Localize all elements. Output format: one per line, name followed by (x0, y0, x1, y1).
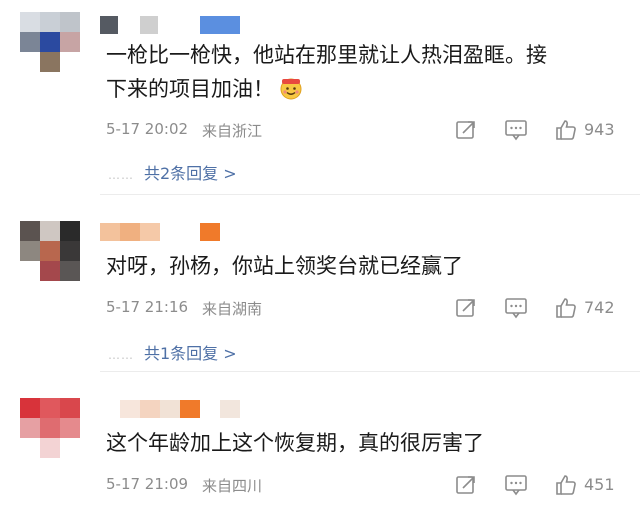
timestamp: 5-17 21:09 (106, 475, 189, 493)
repost-icon[interactable] (454, 118, 478, 142)
comment-meta: 5-17 21:09 来自四川 451 (106, 473, 626, 497)
comment-text: 一枪比一枪快，他站在那里就让人热泪盈眶。接 下来的项目加油！ (106, 38, 616, 111)
comment-item: 一枪比一枪快，他站在那里就让人热泪盈眶。接 下来的项目加油！ 5-17 20:0… (0, 0, 640, 195)
timestamp: 5-17 20:02 (106, 120, 189, 138)
timestamp: 5-17 21:16 (106, 298, 189, 316)
cheer-emoji-icon (278, 75, 304, 111)
like-count: 451 (584, 475, 615, 494)
username[interactable] (100, 223, 260, 241)
comment-text-line: 一枪比一枪快，他站在那里就让人热泪盈眶。接 (106, 43, 547, 67)
avatar[interactable] (20, 221, 80, 281)
comment-text-line: 这个年龄加上这个恢复期，真的很厉害了 (106, 431, 484, 455)
comment-icon[interactable] (504, 296, 528, 320)
comment-list: 一枪比一枪快，他站在那里就让人热泪盈眶。接 下来的项目加油！ 5-17 20:0… (0, 0, 640, 515)
like-count: 742 (584, 298, 615, 317)
repost-icon[interactable] (454, 473, 478, 497)
like-icon[interactable] (554, 296, 578, 320)
reply-count-label: 共1条回复 > (144, 344, 237, 363)
view-replies-link[interactable]: …… 共2条回复 > (108, 160, 237, 184)
reply-dots: …… (108, 167, 134, 182)
avatar[interactable] (20, 398, 80, 458)
comment-icon[interactable] (504, 473, 528, 497)
comment-meta: 5-17 20:02 来自浙江 943 (106, 118, 626, 142)
comment-text: 对呀，孙杨，你站上领奖台就已经赢了 (106, 249, 616, 283)
username[interactable] (100, 16, 260, 34)
comment-meta: 5-17 21:16 来自湖南 742 (106, 296, 626, 320)
reply-dots: …… (108, 347, 134, 362)
like-icon[interactable] (554, 473, 578, 497)
like-icon[interactable] (554, 118, 578, 142)
comment-item: 对呀，孙杨，你站上领奖台就已经赢了 5-17 21:16 来自湖南 742 ……… (0, 195, 640, 372)
location: 来自四川 (202, 477, 263, 495)
avatar[interactable] (20, 12, 80, 72)
comment-text-line: 下来的项目加油！ (106, 72, 616, 111)
comment-icon[interactable] (504, 118, 528, 142)
location: 来自浙江 (202, 122, 263, 140)
like-count: 943 (584, 120, 615, 139)
view-replies-link[interactable]: …… 共1条回复 > (108, 340, 237, 364)
reply-count-label: 共2条回复 > (144, 164, 237, 183)
location: 来自湖南 (202, 300, 263, 318)
comment-item: 这个年龄加上这个恢复期，真的很厉害了 5-17 21:09 来自四川 451 (0, 372, 640, 515)
comment-text: 这个年龄加上这个恢复期，真的很厉害了 (106, 426, 616, 460)
comment-text-line: 对呀，孙杨，你站上领奖台就已经赢了 (106, 254, 463, 278)
username[interactable] (100, 400, 260, 418)
repost-icon[interactable] (454, 296, 478, 320)
